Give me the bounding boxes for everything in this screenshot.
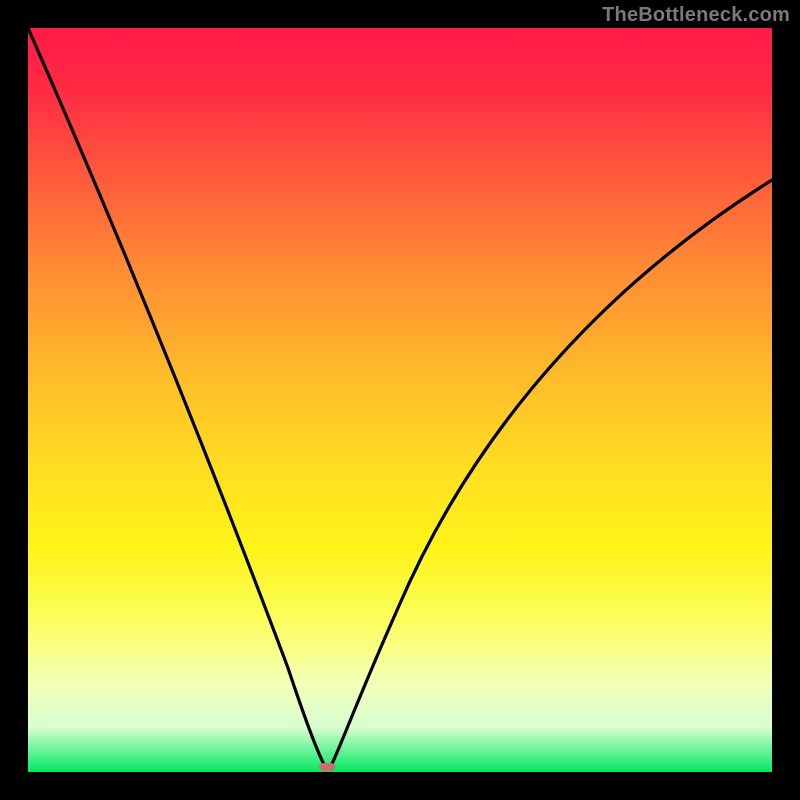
gradient-background (28, 28, 772, 772)
chart-frame: TheBottleneck.com (0, 0, 800, 800)
bottleneck-curve (28, 28, 772, 772)
watermark-text: TheBottleneck.com (602, 4, 790, 27)
minimum-marker-pill (319, 763, 335, 771)
curve-path (28, 28, 772, 768)
